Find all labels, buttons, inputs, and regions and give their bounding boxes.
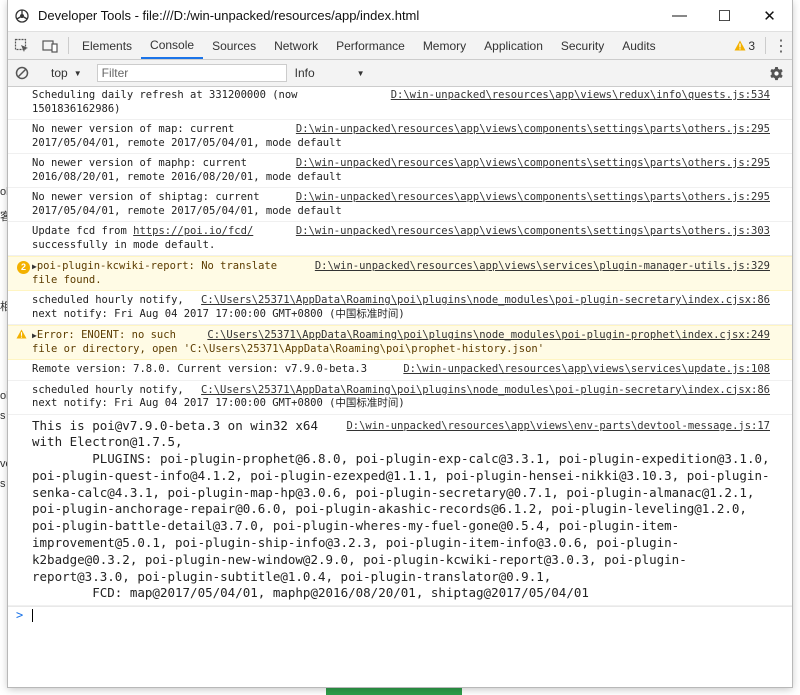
message-text: This is poi@v7.9.0-beta.3 on win32 x64 w… bbox=[32, 417, 770, 601]
repeat-count-badge: 2 bbox=[17, 261, 30, 274]
background-text: ob bbox=[0, 186, 8, 198]
maximize-icon: ☐ bbox=[717, 7, 732, 25]
message-text: Scheduling daily refresh at 331200000 (n… bbox=[32, 89, 298, 115]
devtools-window: Developer Tools - file:///D:/win-unpacke… bbox=[8, 0, 792, 687]
tab-memory[interactable]: Memory bbox=[414, 32, 475, 59]
source-link[interactable]: D:\win-unpacked\resources\app\views\comp… bbox=[296, 123, 770, 137]
console-prompt[interactable]: > bbox=[8, 606, 792, 625]
background-text: 相 bbox=[0, 301, 8, 313]
console-message: C:\Users\25371\AppData\Roaming\poi\plugi… bbox=[8, 381, 792, 415]
background-text: s bbox=[0, 410, 6, 422]
clear-console-button[interactable] bbox=[8, 66, 36, 80]
console-message: D:\win-unpacked\resources\app\views\comp… bbox=[8, 120, 792, 154]
inspect-icon bbox=[14, 38, 28, 52]
warning-count-button[interactable]: 3 bbox=[728, 32, 761, 59]
console-message: D:\win-unpacked\resources\app\views\comp… bbox=[8, 222, 792, 256]
title-bar: Developer Tools - file:///D:/win-unpacke… bbox=[8, 0, 792, 32]
source-link[interactable]: C:\Users\25371\AppData\Roaming\poi\plugi… bbox=[201, 384, 770, 398]
minimize-button[interactable]: — bbox=[657, 0, 702, 31]
devtools-tab-bar: Elements Console Sources Network Perform… bbox=[8, 32, 792, 60]
source-link[interactable]: D:\win-unpacked\resources\app\views\comp… bbox=[296, 225, 770, 239]
log-level-value: Info bbox=[294, 66, 315, 80]
kebab-menu-icon: ⋮ bbox=[773, 37, 789, 55]
message-text: Remote version: 7.8.0. Current version: … bbox=[32, 363, 368, 375]
message-text: poi-plugin-kcwiki-report: No translate f… bbox=[32, 260, 278, 286]
inspect-element-button[interactable] bbox=[8, 32, 36, 59]
dropdown-arrow-icon: ▼ bbox=[356, 68, 365, 78]
device-toolbar-button[interactable] bbox=[36, 32, 64, 59]
close-icon: ✕ bbox=[763, 7, 776, 25]
console-warning-message: C:\Users\25371\AppData\Roaming\poi\plugi… bbox=[8, 325, 792, 360]
devtools-app-icon bbox=[14, 8, 30, 24]
maximize-button[interactable]: ☐ bbox=[702, 0, 747, 31]
warning-icon bbox=[734, 40, 746, 51]
console-message: C:\Users\25371\AppData\Roaming\poi\plugi… bbox=[8, 291, 792, 325]
console-toolbar: top ▼ Info ▼ bbox=[8, 60, 792, 87]
background-text: s bbox=[0, 478, 6, 490]
clear-icon bbox=[15, 66, 29, 80]
source-link[interactable]: D:\win-unpacked\resources\app\views\serv… bbox=[315, 260, 770, 274]
console-message: D:\win-unpacked\resources\app\views\redu… bbox=[8, 86, 792, 120]
message-text: Update fcd from bbox=[32, 225, 134, 237]
context-selector[interactable]: top ▼ bbox=[45, 66, 88, 80]
dropdown-arrow-icon: ▼ bbox=[73, 68, 82, 78]
close-button[interactable]: ✕ bbox=[747, 0, 792, 31]
toolbar-divider bbox=[765, 37, 766, 54]
warning-count: 3 bbox=[748, 38, 755, 53]
tab-performance[interactable]: Performance bbox=[327, 32, 414, 59]
console-message: D:\win-unpacked\resources\app\views\env-… bbox=[8, 415, 792, 607]
tab-security[interactable]: Security bbox=[552, 32, 613, 59]
tab-audits[interactable]: Audits bbox=[613, 32, 664, 59]
log-level-selector[interactable]: Info ▼ bbox=[295, 66, 365, 80]
tab-sources[interactable]: Sources bbox=[203, 32, 265, 59]
window-title: Developer Tools - file:///D:/win-unpacke… bbox=[38, 8, 420, 23]
console-message: D:\win-unpacked\resources\app\views\comp… bbox=[8, 188, 792, 222]
text-caret bbox=[32, 609, 33, 623]
toolbar-divider bbox=[68, 37, 69, 54]
console-message: D:\win-unpacked\resources\app\views\comp… bbox=[8, 154, 792, 188]
source-link[interactable]: D:\win-unpacked\resources\app\views\comp… bbox=[296, 157, 770, 171]
gear-icon bbox=[769, 66, 783, 80]
tab-network[interactable]: Network bbox=[265, 32, 327, 59]
console-message: D:\win-unpacked\resources\app\views\serv… bbox=[8, 360, 792, 381]
device-toggle-icon bbox=[42, 39, 58, 53]
background-text: 客 bbox=[0, 211, 8, 223]
minimize-icon: — bbox=[672, 7, 687, 24]
source-link[interactable]: D:\win-unpacked\resources\app\views\serv… bbox=[403, 363, 770, 377]
more-options-button[interactable]: ⋮ bbox=[770, 32, 792, 59]
console-output: D:\win-unpacked\resources\app\views\redu… bbox=[8, 86, 792, 687]
warning-icon bbox=[16, 329, 27, 344]
tab-application[interactable]: Application bbox=[475, 32, 552, 59]
context-value: top bbox=[51, 66, 68, 80]
source-link[interactable]: D:\win-unpacked\resources\app\views\env-… bbox=[346, 418, 770, 435]
prompt-chevron-icon: > bbox=[16, 608, 24, 623]
source-link[interactable]: C:\Users\25371\AppData\Roaming\poi\plugi… bbox=[207, 329, 770, 343]
console-settings-button[interactable] bbox=[766, 66, 786, 81]
source-link[interactable]: D:\win-unpacked\resources\app\views\redu… bbox=[391, 89, 770, 103]
filter-input[interactable] bbox=[96, 64, 287, 82]
tab-elements[interactable]: Elements bbox=[73, 32, 141, 59]
message-text: successfully in mode default. bbox=[32, 238, 216, 251]
background-text: ve bbox=[0, 458, 8, 470]
fcd-url-link[interactable]: https://poi.io/fcd/ bbox=[133, 225, 253, 237]
background-text: ole bbox=[0, 390, 8, 402]
source-link[interactable]: D:\win-unpacked\resources\app\views\comp… bbox=[296, 191, 770, 205]
tab-console[interactable]: Console bbox=[141, 32, 204, 59]
console-warning-message: 2 D:\win-unpacked\resources\app\views\se… bbox=[8, 256, 792, 291]
source-link[interactable]: C:\Users\25371\AppData\Roaming\poi\plugi… bbox=[201, 294, 770, 308]
